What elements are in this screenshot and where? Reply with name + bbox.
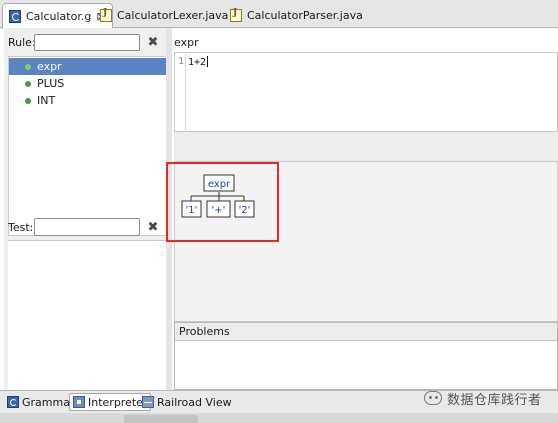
current-rule-title: expr [174, 36, 199, 49]
test-input[interactable] [34, 218, 140, 236]
rule-item-label: expr [37, 60, 62, 73]
status-strip [0, 413, 558, 423]
rule-label: Rule: [8, 36, 36, 49]
clear-rule-filter-icon[interactable]: ✖ [146, 36, 160, 50]
rule-filter-input[interactable] [34, 34, 140, 51]
rule-list: expr PLUS INT [8, 56, 168, 236]
text-caret [207, 56, 209, 67]
test-area[interactable] [8, 240, 168, 390]
line-number-gutter: 1 [175, 53, 186, 131]
tab-label: CalculatorParser.java [247, 9, 363, 22]
watermark-text: 数据仓库践行者 [447, 392, 542, 408]
wechat-icon [424, 391, 442, 405]
problems-title: Problems [175, 323, 557, 341]
watermark: 数据仓库践行者 [424, 388, 542, 408]
rule-item-expr[interactable]: expr [9, 58, 167, 75]
tab-label: CalculatorLexer.java [117, 9, 229, 22]
tab-label: Railroad View [157, 395, 232, 409]
rule-filter-row: Rule: ✖ [4, 32, 166, 52]
tab-grammar[interactable]: Grammar [4, 393, 77, 411]
input-editor[interactable]: 1 1+2 [174, 52, 558, 132]
rule-dot-icon [25, 63, 31, 70]
toolbar-gap [174, 132, 558, 162]
tab-calculator-lexer[interactable]: CalculatorLexer.java [94, 3, 234, 28]
rule-dot-icon [25, 97, 31, 104]
rule-item-label: PLUS [37, 77, 65, 90]
railroad-icon [142, 396, 154, 408]
interpreter-main: expr 1 1+2 expr '1' '+' '2' Problems [166, 28, 558, 390]
grammar-icon [7, 396, 19, 408]
status-segment [124, 415, 198, 423]
antlr-grammar-file-icon [9, 10, 21, 23]
line-number: 1 [178, 56, 185, 67]
tab-label: Calculator.g [26, 10, 92, 23]
test-label: Test: [8, 221, 34, 234]
java-file-icon [230, 8, 242, 22]
tab-railroad-view[interactable]: Railroad View [139, 393, 235, 411]
clear-test-icon[interactable]: ✖ [146, 221, 160, 235]
java-file-icon [100, 8, 112, 22]
rule-item-label: INT [37, 94, 56, 107]
code-line[interactable]: 1+2 [188, 56, 209, 68]
rule-item-plus[interactable]: PLUS [9, 75, 167, 92]
test-input-row: Test: ✖ [4, 216, 166, 238]
problems-panel: Problems [174, 322, 558, 390]
rule-dot-icon [25, 80, 31, 87]
parse-tree-panel: expr '1' '+' '2' [166, 162, 558, 322]
interpreter-icon [73, 396, 85, 408]
tab-calculator-parser[interactable]: CalculatorParser.java [224, 3, 369, 28]
tab-label: Grammar [22, 395, 75, 409]
left-panel: Rule: ✖ expr PLUS INT Test: ✖ [4, 28, 168, 390]
editor-tab-bar: Calculator.g ⊠ CalculatorLexer.java Calc… [0, 0, 558, 29]
rule-item-int[interactable]: INT [9, 92, 167, 109]
code-text: 1+2 [188, 57, 207, 68]
highlight-box [166, 162, 279, 242]
